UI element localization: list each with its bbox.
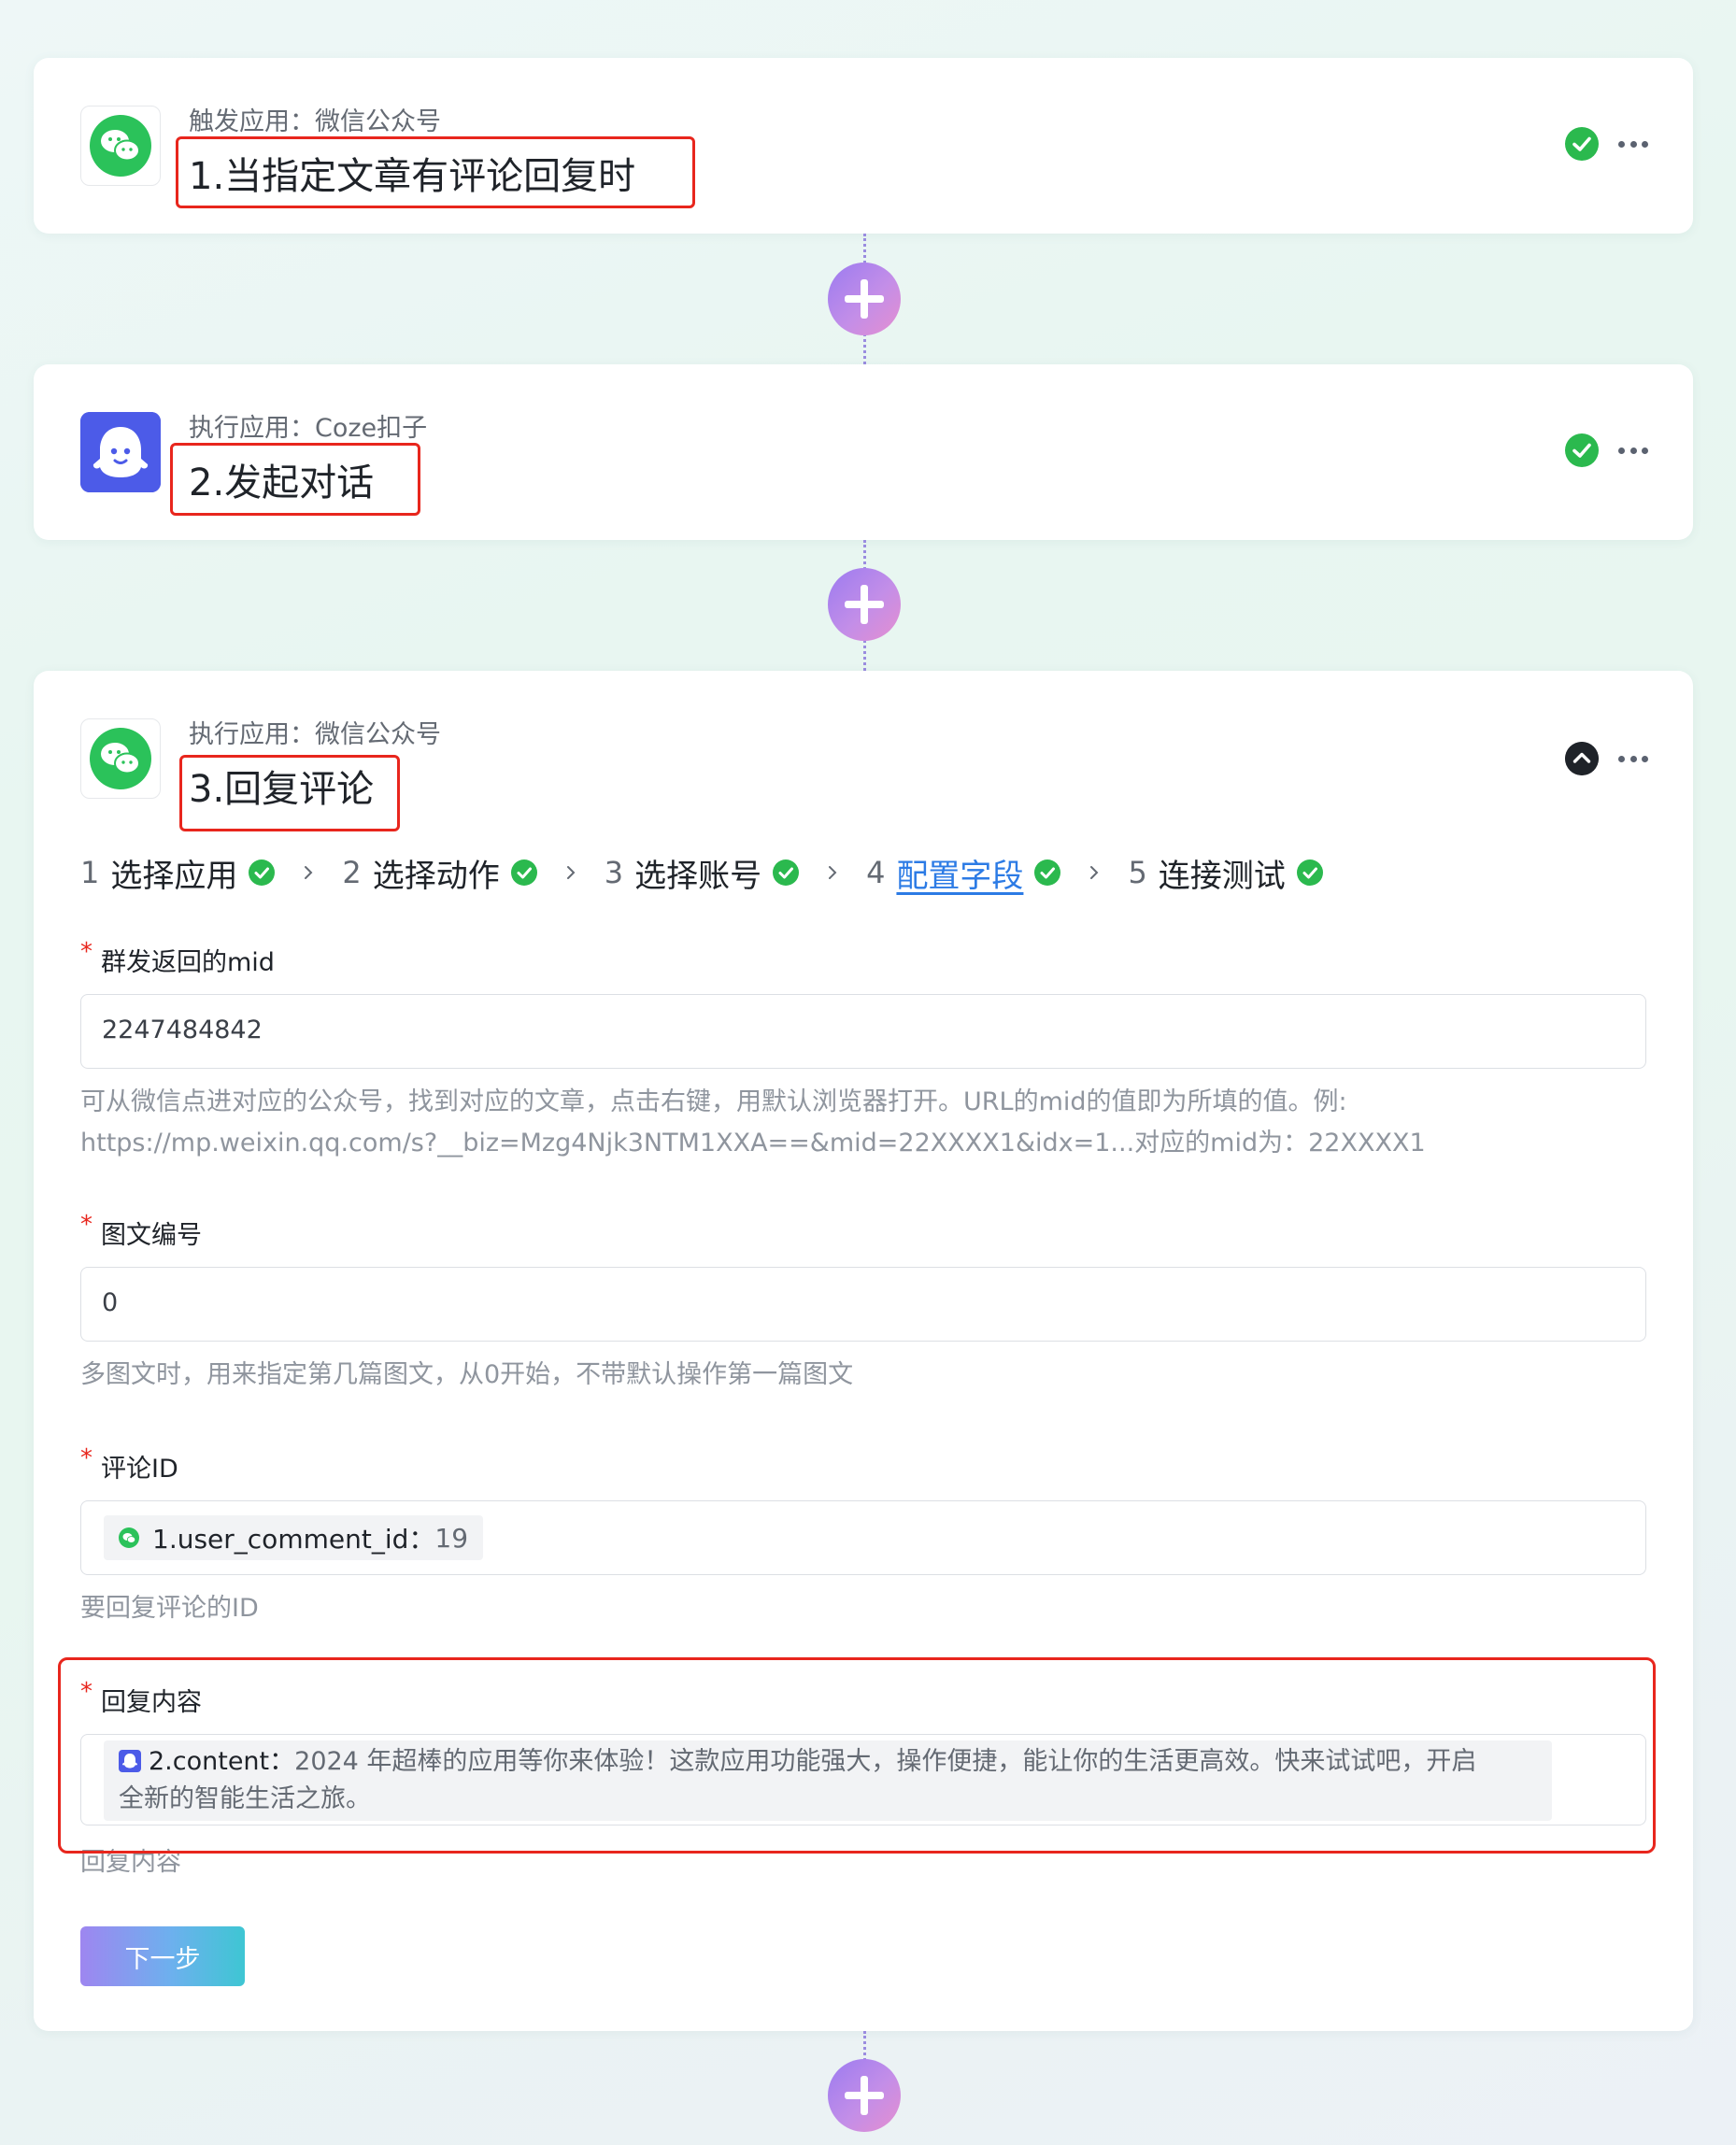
wizard-step-1[interactable]: 1 选择应用	[80, 850, 276, 896]
wizard-step-5[interactable]: 5 连接测试	[1128, 850, 1323, 896]
chevron-right-icon	[1090, 866, 1099, 879]
chevron-right-icon	[305, 866, 313, 879]
required-mark: *	[80, 938, 92, 966]
next-step-button[interactable]: 下一步	[80, 1926, 245, 1986]
article-index-value: 0	[102, 1288, 119, 1317]
trigger-app-label: 触发应用：微信公众号	[189, 107, 441, 136]
step-card-coze[interactable]: 执行应用：Coze扣子 2.发起对话	[34, 364, 1693, 540]
step-done-icon	[1034, 859, 1061, 886]
chip-value: 19	[434, 1522, 469, 1554]
coze-app-icon	[80, 412, 161, 492]
article-index-hint: 多图文时，用来指定第几篇图文，从0开始，不带默认操作第一篇图文	[80, 1360, 854, 1389]
chevron-right-icon	[829, 866, 837, 879]
highlight-box	[58, 1657, 1656, 1854]
step-card-trigger[interactable]: 触发应用：微信公众号 1.当指定文章有评论回复时	[34, 58, 1693, 234]
coze-icon	[80, 412, 161, 492]
required-mark: *	[80, 1444, 92, 1472]
comment-id-input[interactable]: 1.user_comment_id： 19	[80, 1500, 1646, 1575]
mid-input-value: 2247484842	[102, 1016, 263, 1044]
step-title: 2.发起对话	[189, 462, 375, 504]
step-title: 1.当指定文章有评论回复时	[189, 155, 636, 198]
wechat-app-icon	[80, 718, 161, 799]
article-index-label: 图文编号	[101, 1221, 202, 1250]
step-title: 3.回复评论	[189, 768, 375, 811]
collapse-icon[interactable]	[1565, 742, 1599, 775]
wizard-steps: 1 选择应用 2 选择动作 3 选择账号 4 配置字段 5 连接测试	[80, 848, 1323, 897]
mid-field-label: 群发返回的mid	[101, 948, 275, 977]
step-done-icon	[773, 859, 800, 886]
step-done-icon	[1296, 859, 1323, 886]
action-app-label: 执行应用：微信公众号	[189, 720, 441, 749]
required-mark: *	[80, 1211, 92, 1239]
chevron-right-icon	[566, 866, 576, 879]
add-step-button[interactable]	[828, 2059, 901, 2132]
more-options-icon[interactable]	[1618, 753, 1648, 764]
success-check-icon	[1565, 433, 1599, 467]
wizard-step-2[interactable]: 2 选择动作	[342, 850, 537, 896]
comment-id-hint: 要回复评论的ID	[80, 1594, 259, 1623]
chip-key: 1.user_comment_id：	[152, 1524, 435, 1555]
add-step-button[interactable]	[828, 263, 901, 335]
mid-hint-line-1: 可从微信点进对应的公众号，找到对应的文章，点击右键，用默认浏览器打开。URL的m…	[80, 1087, 1347, 1116]
success-check-icon	[1565, 127, 1599, 161]
wechat-icon	[90, 728, 151, 789]
wechat-app-icon	[80, 106, 161, 186]
more-options-icon[interactable]	[1618, 445, 1648, 456]
step-done-icon	[510, 859, 537, 886]
wizard-step-3[interactable]: 3 选择账号	[605, 850, 800, 896]
step-done-icon	[249, 859, 276, 886]
variable-chip[interactable]: 1.user_comment_id： 19	[104, 1515, 484, 1560]
mid-input[interactable]: 2247484842	[80, 994, 1646, 1069]
mid-hint-line-2: https://mp.weixin.qq.com/s?__biz=Mzg4Njk…	[80, 1129, 1426, 1158]
action-app-label: 执行应用：Coze扣子	[189, 414, 428, 443]
article-index-input[interactable]: 0	[80, 1267, 1646, 1342]
comment-id-label: 评论ID	[101, 1455, 178, 1484]
wechat-icon	[119, 1527, 139, 1548]
add-step-button[interactable]	[828, 568, 901, 641]
wizard-step-4[interactable]: 4 配置字段	[866, 850, 1061, 896]
wechat-icon	[90, 115, 151, 177]
more-options-icon[interactable]	[1618, 138, 1648, 149]
